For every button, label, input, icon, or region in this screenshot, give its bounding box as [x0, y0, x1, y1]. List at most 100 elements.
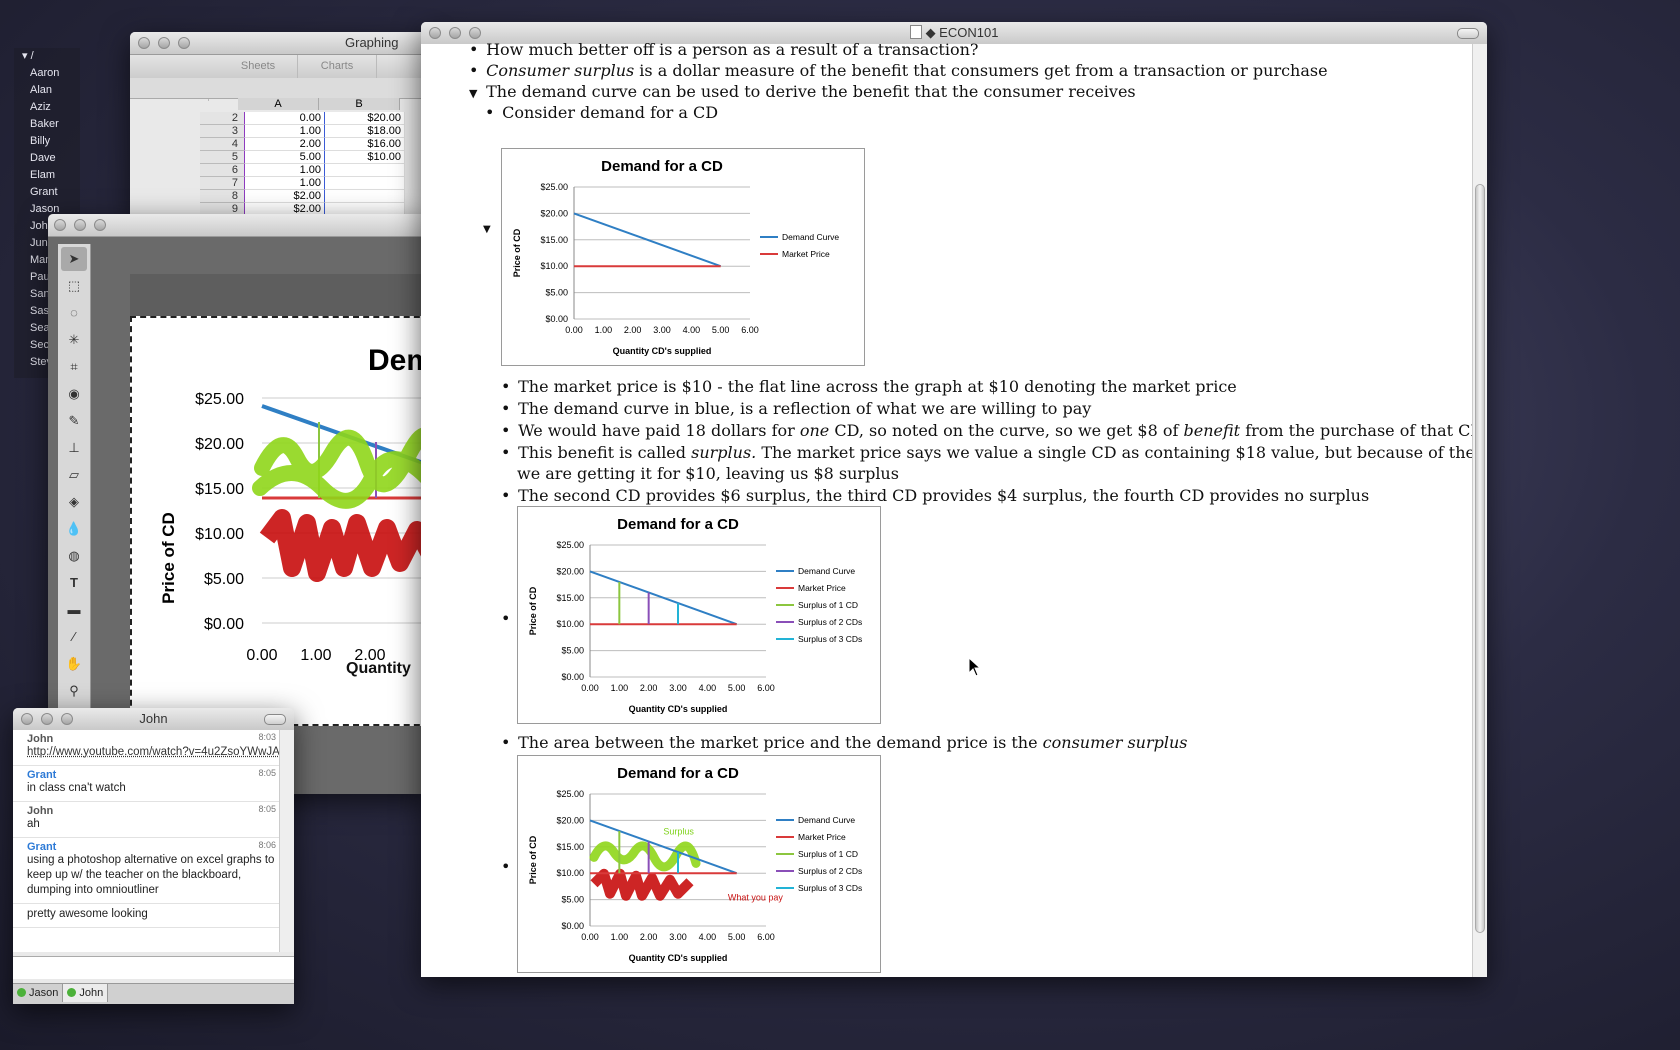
- marquee-tool-icon[interactable]: ⬚: [61, 274, 87, 298]
- close-button[interactable]: [429, 27, 441, 39]
- brush-tool-icon[interactable]: ✎: [61, 409, 87, 433]
- outline-emphasis: benefit: [1183, 421, 1241, 440]
- close-button[interactable]: [138, 37, 150, 49]
- cell-b[interactable]: [325, 190, 405, 203]
- buddy-item[interactable]: Dave: [22, 150, 80, 167]
- outline-row[interactable]: • How much better off is a person as a r…: [469, 40, 978, 59]
- clone-stamp-tool-icon[interactable]: ⊥: [61, 436, 87, 460]
- cell-a[interactable]: 1.00: [244, 164, 325, 177]
- buddy-item[interactable]: Baker: [22, 116, 80, 133]
- outline-row[interactable]: • The market price is $10 - the flat lin…: [501, 377, 1237, 396]
- cell-b[interactable]: [325, 177, 405, 190]
- tab-sheets[interactable]: Sheets: [219, 55, 298, 78]
- outline-row[interactable]: • We would have paid 18 dollars for one …: [501, 421, 1487, 440]
- chat-link[interactable]: http://www.youtube.com/watch?v=4u2ZsoYWw…: [27, 745, 280, 760]
- buddy-item[interactable]: Grant: [22, 184, 80, 201]
- crop-tool-icon[interactable]: ⌗: [61, 355, 87, 379]
- row-number[interactable]: 2: [200, 112, 244, 125]
- close-button[interactable]: [21, 713, 33, 725]
- lasso-tool-icon[interactable]: ◌: [61, 301, 87, 325]
- chart-3[interactable]: Demand for a CD Price of CD Quantity CD's …: [517, 755, 881, 973]
- blur-tool-icon[interactable]: 💧: [61, 517, 87, 541]
- minimize-button[interactable]: [74, 219, 86, 231]
- close-button[interactable]: [54, 219, 66, 231]
- chart-y-tick-label: $20.00: [556, 815, 584, 825]
- buddy-item[interactable]: Billy: [22, 133, 80, 150]
- zoom-tool-icon[interactable]: ⚲: [61, 679, 87, 703]
- cell-a[interactable]: 2.00: [244, 138, 325, 151]
- cell-a[interactable]: 1.00: [244, 125, 325, 138]
- buddy-item[interactable]: Aziz: [22, 99, 80, 116]
- zoom-button[interactable]: [469, 27, 481, 39]
- text-tool-icon[interactable]: T: [61, 571, 87, 595]
- zoom-button[interactable]: [178, 37, 190, 49]
- pointer-tool-icon[interactable]: ➤: [61, 247, 87, 271]
- toolbar-toggle-button[interactable]: [264, 714, 286, 725]
- cell-b[interactable]: $16.00: [325, 138, 405, 151]
- bullet-icon: •: [501, 443, 511, 462]
- outline-row[interactable]: • The area between the market price and …: [501, 733, 1188, 752]
- row-number[interactable]: 6: [200, 164, 244, 177]
- outline-row-continuation[interactable]: we are getting it for $10, leaving us $8…: [517, 464, 899, 483]
- eraser-tool-icon[interactable]: ▱: [61, 463, 87, 487]
- cell-a[interactable]: $2.00: [244, 190, 325, 203]
- dodge-tool-icon[interactable]: ◍: [61, 544, 87, 568]
- column-header-b[interactable]: B: [319, 98, 400, 110]
- cell-b[interactable]: $18.00: [325, 125, 405, 138]
- zoom-button[interactable]: [94, 219, 106, 231]
- minimize-button[interactable]: [41, 713, 53, 725]
- magic-wand-tool-icon[interactable]: ✳: [61, 328, 87, 352]
- chat-scrollbar[interactable]: [279, 730, 294, 952]
- outline-row[interactable]: • This benefit is called surplus. The ma…: [501, 443, 1487, 462]
- toolbar-toggle-button[interactable]: [1457, 28, 1479, 39]
- outline-text: The area between the market price and th…: [518, 733, 1038, 752]
- scroll-thumb[interactable]: [1475, 184, 1485, 933]
- spreadsheet-row: 6 1.00: [200, 164, 405, 177]
- cell-a[interactable]: 1.00: [244, 177, 325, 190]
- chart-x-tick-label: 6.00: [741, 325, 759, 335]
- cell-b[interactable]: $20.00: [325, 112, 405, 125]
- editor-y-tick-label: $10.00: [195, 526, 244, 543]
- outline-row[interactable]: • Consumer surplus is a dollar measure o…: [469, 61, 1328, 80]
- column-header-a[interactable]: A: [238, 98, 319, 110]
- chat-tab-jason[interactable]: Jason: [13, 984, 64, 1002]
- cell-b[interactable]: [325, 164, 405, 177]
- chat-input[interactable]: [13, 956, 294, 979]
- rectangle-tool-icon[interactable]: ▬: [61, 598, 87, 622]
- outline-row[interactable]: ▼ The demand curve can be used to derive…: [469, 82, 1136, 101]
- minimize-button[interactable]: [449, 27, 461, 39]
- paint-bucket-tool-icon[interactable]: ◈: [61, 490, 87, 514]
- outline-row[interactable]: • Consider demand for a CD: [485, 103, 718, 122]
- chart-1[interactable]: Demand for a CD Price of CD Quantity CD's …: [501, 148, 865, 366]
- eyedropper-tool-icon[interactable]: ⁄: [61, 625, 87, 649]
- disclosure-triangle-icon[interactable]: ▼: [469, 87, 481, 100]
- red-eye-tool-icon[interactable]: ◉: [61, 382, 87, 406]
- tab-charts[interactable]: Charts: [298, 55, 377, 78]
- chat-tab-john[interactable]: John: [63, 984, 109, 1002]
- buddy-item[interactable]: Elam: [22, 167, 80, 184]
- buddy-item[interactable]: Alan: [22, 82, 80, 99]
- chart-x-tick-label: 3.00: [669, 932, 687, 942]
- buddy-item[interactable]: Aaron: [22, 65, 80, 82]
- row-number[interactable]: 7: [200, 177, 244, 190]
- legend-label: Surplus of 3 CDs: [798, 883, 862, 893]
- hand-tool-icon[interactable]: ✋: [61, 652, 87, 676]
- outline-row[interactable]: • The second CD provides $6 surplus, the…: [501, 486, 1369, 505]
- cell-b[interactable]: $10.00: [325, 151, 405, 164]
- outline-row[interactable]: • The demand curve in blue, is a reflect…: [501, 399, 1091, 418]
- chart-y-tick-label: $10.00: [556, 868, 584, 878]
- chart-2[interactable]: Demand for a CD Price of CD Quantity CD's …: [517, 506, 881, 724]
- zoom-button[interactable]: [61, 713, 73, 725]
- chart-x-tick-label: 2.00: [624, 325, 642, 335]
- row-number[interactable]: 3: [200, 125, 244, 138]
- cell-a[interactable]: 5.00: [244, 151, 325, 164]
- buddy-group-header[interactable]: ▾ /: [14, 48, 80, 65]
- outline-scrollbar[interactable]: [1472, 44, 1487, 977]
- row-number[interactable]: 5: [200, 151, 244, 164]
- row-number[interactable]: 8: [200, 190, 244, 203]
- chat-text: in class cna't watch: [27, 782, 126, 794]
- minimize-button[interactable]: [158, 37, 170, 49]
- cell-a[interactable]: 0.00: [244, 112, 325, 125]
- row-number[interactable]: 4: [200, 138, 244, 151]
- disclosure-triangle-icon[interactable]: ▼: [483, 224, 491, 235]
